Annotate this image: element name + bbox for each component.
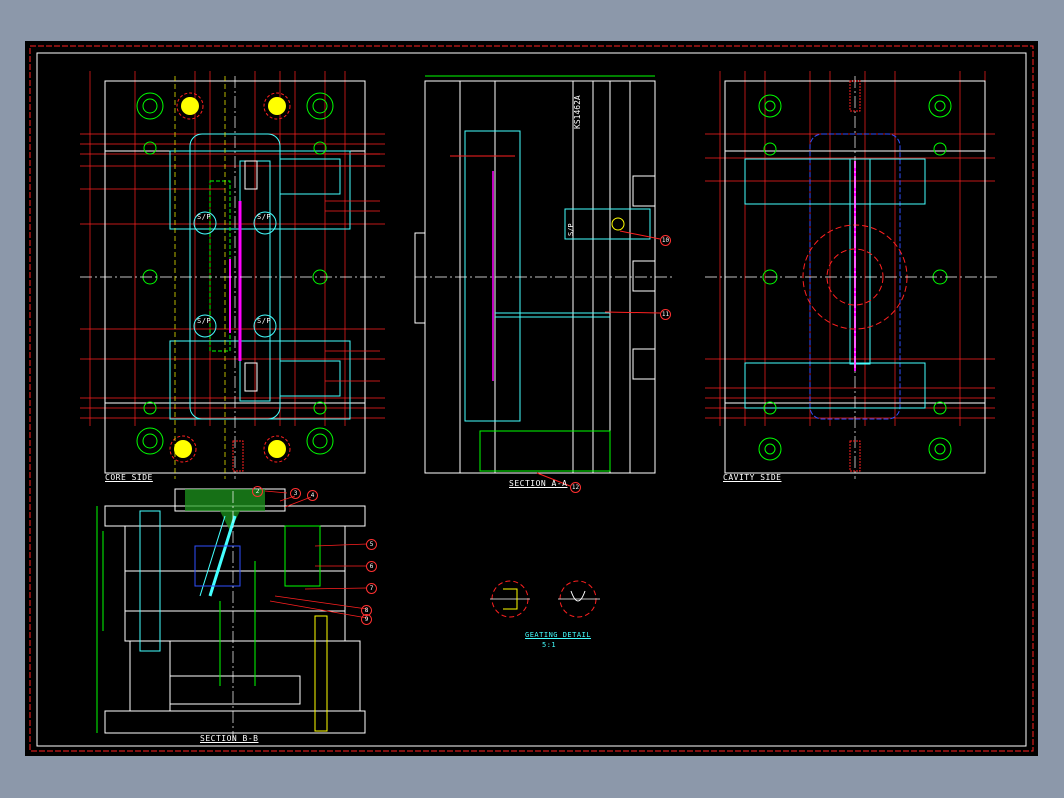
balloon-3: 3 bbox=[290, 488, 301, 499]
balloon-7: 7 bbox=[366, 583, 377, 594]
cavity-side-view bbox=[705, 71, 1000, 479]
section-bb-label: SECTION B-B bbox=[200, 734, 259, 743]
core-side-label: CORE SIDE bbox=[105, 473, 153, 482]
gating-scale-label: 5:1 bbox=[542, 641, 557, 649]
part-number-label: KS1462A bbox=[573, 95, 582, 129]
balloon-10: 10 bbox=[660, 235, 671, 246]
balloon-11: 11 bbox=[660, 309, 671, 320]
cavity-side-label: CAVITY SIDE bbox=[723, 473, 782, 482]
balloon-9: 9 bbox=[361, 614, 372, 625]
sp-mark: S/P bbox=[197, 317, 212, 325]
balloon-5: 5 bbox=[366, 539, 377, 550]
sp-mark: S/P bbox=[257, 213, 272, 221]
section-bb-view bbox=[96, 488, 368, 741]
sp-mark: S/P bbox=[567, 223, 575, 236]
sp-mark: S/P bbox=[197, 213, 212, 221]
outer-border bbox=[29, 45, 1034, 752]
section-aa-label: SECTION A-A bbox=[509, 479, 568, 488]
core-side-view bbox=[80, 71, 385, 479]
sp-mark: S/P bbox=[257, 317, 272, 325]
balloon-2: 2 bbox=[252, 486, 263, 497]
section-aa-view bbox=[414, 75, 675, 487]
cad-drawing bbox=[29, 45, 1034, 752]
balloon-4: 4 bbox=[307, 490, 318, 501]
inner-border bbox=[36, 52, 1027, 747]
balloon-6: 6 bbox=[366, 561, 377, 572]
drawing-canvas[interactable]: CORE SIDE SECTION A-A CAVITY SIDE SECTIO… bbox=[25, 41, 1038, 756]
balloon-12: 12 bbox=[570, 482, 581, 493]
gating-detail-view bbox=[490, 580, 600, 618]
gating-detail-label: GEATING DETAIL bbox=[525, 631, 592, 639]
